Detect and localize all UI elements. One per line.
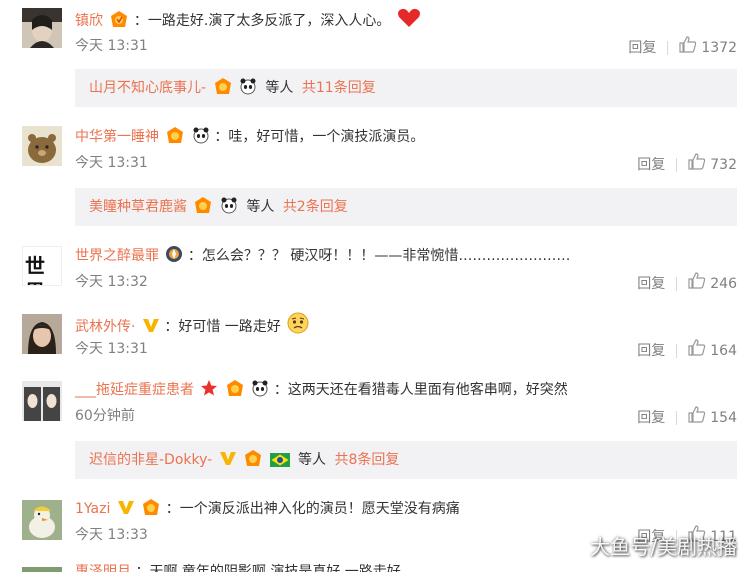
reply-button[interactable]: 回复 <box>637 341 665 361</box>
comment-line: ___拖延症重症患者 ：这两天还在看猎毒人里面有他客串啊，好突然 <box>75 379 568 403</box>
panda-badge <box>220 191 238 229</box>
reply-others-label: 等人 <box>265 80 294 96</box>
reply-count-link[interactable]: 共11条回复 <box>302 80 376 96</box>
avatar[interactable] <box>22 562 62 572</box>
like-button[interactable]: 164 <box>688 339 737 362</box>
action-divider <box>676 276 678 291</box>
reply-button[interactable]: 回复 <box>628 38 656 58</box>
like-button[interactable]: 1372 <box>679 36 737 59</box>
thumbs-up-icon <box>688 272 706 295</box>
avatar[interactable] <box>22 314 62 354</box>
comment-line: 武林外传· ：好可惜 一路走好 <box>75 312 309 340</box>
username[interactable]: 镇欣 <box>75 13 103 29</box>
reply-summary[interactable]: 迟信的非星-Dokky- 等人 共8条回复 <box>75 441 737 479</box>
verified-v-badge <box>219 444 237 482</box>
comment-text: ：这两天还在看猎毒人里面有他客串啊，好突然 <box>273 382 568 398</box>
username[interactable]: 中华第一睡神 <box>75 129 159 145</box>
compass-badge <box>165 245 183 269</box>
comment-text: ：天啊 童年的阴影啊 演技是真好 一路走好 <box>135 564 401 572</box>
panda-badge <box>239 72 257 110</box>
member-badge <box>109 10 129 34</box>
like-button[interactable]: 732 <box>688 153 737 176</box>
sad-face-icon <box>287 312 309 340</box>
member-badge <box>213 72 233 110</box>
comment-text: ：好可惜 一路走好 <box>164 319 281 335</box>
member-badge <box>165 126 185 150</box>
comment-text: ：怎么会？？？ 硬汉呀！！！——非常惋惜…………………… <box>187 248 571 264</box>
panda-badge <box>192 126 210 150</box>
comment-line: 镇欣 ：一路走好.演了太多反派了，深入人心。 <box>75 8 421 34</box>
comment-line: 中华第一睡神 ：哇，好可惜，一个演技派演员。 <box>75 126 424 150</box>
action-divider <box>676 343 678 358</box>
comment-time: 今天 13:31 <box>75 38 148 54</box>
reply-username[interactable]: 迟信的非星-Dokky- <box>89 452 212 468</box>
comment-line: 世界之醉最罪 ：怎么会？？？ 硬汉呀！！！——非常惋惜…………………… <box>75 245 570 269</box>
comment-text: ：一个演反派出神入化的演员！愿天堂没有病痛 <box>165 501 460 517</box>
thumbs-up-icon <box>688 339 706 362</box>
comment-time: 今天 13:31 <box>75 155 148 171</box>
comment-time: 60分钟前 <box>75 408 135 424</box>
reply-count-link[interactable]: 共8条回复 <box>334 452 399 468</box>
star-badge <box>200 379 218 403</box>
thumbs-up-icon <box>688 406 706 429</box>
comment-time: 今天 13:32 <box>75 274 148 290</box>
reply-summary[interactable]: 美瞳种草君鹿酱 等人 共2条回复 <box>75 188 737 226</box>
member-badge <box>225 379 245 403</box>
avatar[interactable]: 世界 <box>22 246 62 286</box>
panda-badge <box>251 379 269 403</box>
like-count: 732 <box>710 156 737 173</box>
thumbs-up-icon <box>688 153 706 176</box>
action-divider <box>676 410 678 425</box>
reply-username[interactable]: 美瞳种草君鹿酱 <box>89 199 187 215</box>
comment-time: 今天 13:31 <box>75 341 148 357</box>
verified-v-badge <box>142 316 160 340</box>
reply-count-link[interactable]: 共2条回复 <box>283 199 348 215</box>
avatar[interactable] <box>22 126 62 166</box>
member-badge <box>141 498 161 522</box>
reply-others-label: 等人 <box>246 199 275 215</box>
comment-actions: 回复 246 <box>637 272 737 295</box>
reply-others-label: 等人 <box>298 452 327 468</box>
comment-text: ：哇，好可惜，一个演技派演员。 <box>214 129 425 145</box>
like-button[interactable]: 154 <box>688 406 737 429</box>
reply-button[interactable]: 回复 <box>637 274 665 294</box>
comment-actions: 回复 154 <box>637 406 737 429</box>
reply-button[interactable]: 回复 <box>637 155 665 175</box>
username[interactable]: 世界之醉最罪 <box>75 248 159 264</box>
username[interactable]: 惠泽明月 <box>75 564 131 572</box>
comment-time: 今天 13:33 <box>75 527 148 543</box>
username[interactable]: 武林外传· <box>75 319 135 335</box>
like-count: 154 <box>710 409 737 426</box>
avatar-text: 世界 <box>25 254 45 285</box>
comment-line: 1Yazi ：一个演反派出神入化的演员！愿天堂没有病痛 <box>75 498 460 522</box>
username[interactable]: 1Yazi <box>75 501 110 517</box>
avatar[interactable] <box>22 381 62 421</box>
comment-line: 惠泽明月 ：天啊 童年的阴影啊 演技是真好 一路走好 <box>75 562 401 572</box>
watermark: 大鱼号/美剧热播 <box>590 535 737 559</box>
comment-text: ：一路走好.演了太多反派了，深入人心。 <box>133 13 391 29</box>
avatar[interactable] <box>22 8 62 48</box>
action-divider <box>676 157 678 172</box>
member-badge <box>243 444 263 482</box>
like-button[interactable]: 246 <box>688 272 737 295</box>
comment-actions: 回复 732 <box>637 153 737 176</box>
member-badge <box>193 191 213 229</box>
reply-username[interactable]: 山月不知心底事儿- <box>89 80 206 96</box>
comment-actions: 回复 1372 <box>628 36 737 59</box>
red-heart-icon <box>397 8 421 34</box>
reply-summary[interactable]: 山月不知心底事儿- 等人 共11条回复 <box>75 69 737 107</box>
like-count: 1372 <box>701 39 737 56</box>
verified-v-badge <box>117 498 135 522</box>
like-count: 246 <box>710 275 737 292</box>
avatar[interactable] <box>22 500 62 540</box>
reply-button[interactable]: 回复 <box>637 408 665 428</box>
like-count: 164 <box>710 342 737 359</box>
username[interactable]: ___拖延症重症患者 <box>75 382 194 398</box>
comment-actions: 回复 164 <box>637 339 737 362</box>
brazil-flag-icon <box>269 444 290 482</box>
thumbs-up-icon <box>679 36 697 59</box>
action-divider <box>667 40 669 55</box>
